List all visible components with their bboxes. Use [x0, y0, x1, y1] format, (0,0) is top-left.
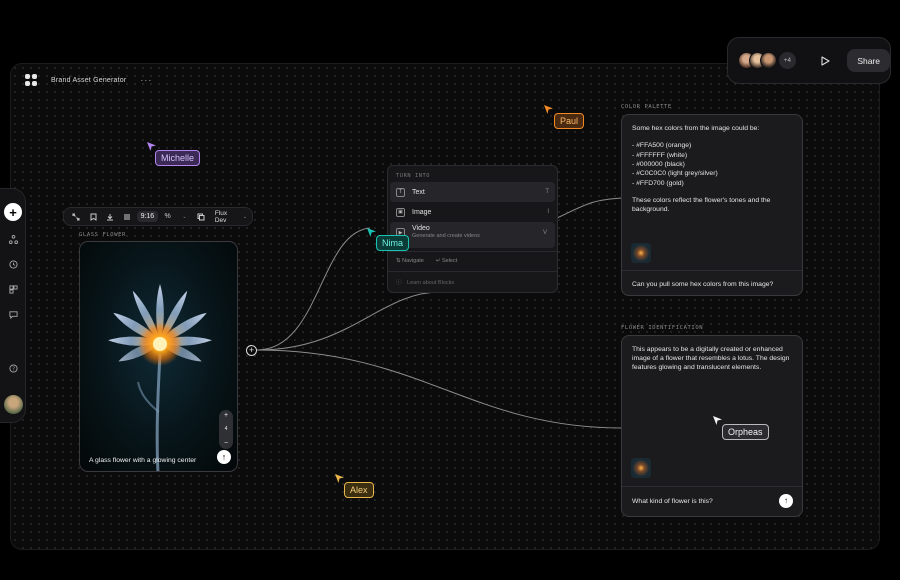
chat-input[interactable]: What kind of flower is this? [632, 497, 713, 506]
assets-icon[interactable] [6, 282, 20, 296]
list-item: - #FFD700 (gold) [632, 179, 684, 187]
cursor-arrow-icon [713, 416, 722, 425]
submit-arrow-button[interactable]: ↑ [217, 450, 231, 464]
connector-handle[interactable]: + [246, 345, 257, 356]
shortcut-key: I [547, 209, 549, 215]
cursor-name-tag: Nima [376, 235, 410, 251]
percent-selector[interactable]: % [160, 209, 175, 224]
history-icon[interactable] [6, 257, 20, 271]
divider [622, 270, 802, 271]
select-hint: ↵ Select [435, 258, 458, 264]
cursor-michelle: Michelle [146, 139, 201, 166]
bookmark-icon[interactable] [86, 209, 101, 224]
chat-node-color-palette[interactable]: Some hex colors from the image could be:… [621, 114, 803, 296]
menu-item-video[interactable]: ▶ Video Generate and create videos V [390, 222, 555, 248]
learn-link-label: Learn about Blocks [407, 280, 455, 286]
collaborator-avatars[interactable] [738, 52, 777, 69]
menu-item-description: Generate and create videos [412, 233, 480, 239]
response-intro: Some hex colors from the image could be: [632, 125, 760, 132]
zoom-level: 4 [224, 426, 228, 432]
hex-color-list: - #FFA500 (orange) - #FFFFFF (white) - #… [632, 141, 792, 188]
nodes-icon[interactable] [6, 232, 20, 246]
image-thumbnail[interactable] [631, 243, 651, 263]
cursor-arrow-icon [335, 474, 344, 483]
cursor-name-tag: Alex [344, 482, 374, 498]
collaboration-bar: +4 Share [727, 37, 891, 84]
image-icon: ▣ [396, 207, 405, 217]
expand-icon[interactable] [69, 209, 84, 224]
app-logo-icon[interactable] [25, 74, 37, 86]
help-icon[interactable]: ? [6, 361, 20, 375]
shortcut-key: T [545, 189, 549, 195]
list-item: - #C0C0C0 (light grey/silver) [632, 170, 718, 178]
duplicate-icon[interactable] [194, 209, 209, 224]
extra-collaborators-count[interactable]: +4 [779, 52, 796, 69]
app-header: Brand Asset Generator ··· [25, 74, 152, 86]
menu-item-image[interactable]: ▣ Image I [390, 202, 555, 222]
cursor-name-tag: Orpheas [722, 424, 769, 440]
aspect-ratio-selector[interactable]: 9:16 [136, 211, 159, 222]
share-button[interactable]: Share [847, 49, 890, 72]
avatar[interactable] [760, 52, 777, 69]
play-icon[interactable] [816, 51, 836, 71]
menu-item-label: Text [412, 188, 425, 196]
menu-item-label: Image [412, 208, 432, 216]
cursor-arrow-icon [367, 228, 376, 237]
image-thumbnail[interactable] [631, 458, 651, 478]
assistant-response: This appears to be a digitally created o… [632, 346, 790, 372]
send-button[interactable]: ↑ [779, 494, 793, 508]
zoom-out-button[interactable]: − [224, 440, 228, 447]
response-outro: These colors reflect the flower's tones … [632, 197, 771, 214]
cursor-paul: Paul [543, 102, 585, 129]
node-label: GLASS FLOWER [79, 232, 126, 238]
adjust-icon[interactable] [120, 209, 135, 224]
text-icon: T [396, 187, 405, 197]
info-icon: ⓘ [396, 280, 402, 286]
learn-blocks-link[interactable]: ⓘ Learn about Blocks [388, 271, 557, 292]
zoom-control[interactable]: + 4 − [219, 410, 233, 449]
list-item: - #FFFFFF (white) [632, 151, 688, 159]
document-title[interactable]: Brand Asset Generator [51, 77, 126, 84]
menu-footer: ⇅ Navigate ↵ Select [388, 251, 557, 264]
menu-item-text[interactable]: T Text T [390, 182, 555, 202]
user-avatar[interactable] [3, 395, 23, 414]
add-button[interactable]: + [4, 203, 22, 221]
image-node-glass-flower[interactable]: + 4 − A glass flower with a glowing cent… [79, 241, 238, 472]
cursor-alex: Alex [334, 471, 374, 498]
cursor-nima: Nima [366, 225, 410, 251]
comment-icon[interactable] [6, 307, 20, 321]
user-question: Can you pull some hex colors from this i… [632, 281, 774, 288]
divider [622, 486, 802, 487]
svg-text:?: ? [12, 366, 15, 372]
list-item: - #FFA500 (orange) [632, 142, 692, 150]
image-caption: A glass flower with a glowing center [89, 457, 197, 464]
cursor-name-tag: Paul [554, 113, 585, 129]
node-label: COLOR PALETTE [621, 104, 672, 110]
chevron-down-icon[interactable]: ⌄ [177, 209, 192, 224]
turn-into-menu: TURN INTO T Text T ▣ Image I ▶ Video Gen… [387, 165, 558, 293]
flower-image [108, 284, 212, 471]
image-toolbar: 9:16 % ⌄ Flux Dev ⌄ [63, 207, 253, 226]
menu-heading: TURN INTO [396, 173, 431, 179]
chevron-down-icon[interactable]: ⌄ [243, 214, 247, 220]
zoom-in-button[interactable]: + [224, 412, 228, 419]
model-selector[interactable]: Flux Dev [215, 210, 239, 224]
download-icon[interactable] [103, 209, 118, 224]
menu-item-label: Video [412, 225, 430, 232]
cursor-name-tag: Michelle [155, 150, 201, 166]
list-item: - #000000 (black) [632, 160, 685, 168]
more-menu-icon[interactable]: ··· [140, 75, 152, 85]
node-label: FLOWER IDENTIFICATION [621, 325, 704, 331]
cursor-orpheas: Orpheas [712, 413, 769, 440]
navigate-hint: ⇅ Navigate [396, 258, 424, 264]
left-toolbar: + ? [0, 188, 26, 423]
shortcut-key: V [542, 230, 547, 236]
cursor-arrow-icon [544, 105, 553, 114]
assistant-response: Some hex colors from the image could be:… [622, 115, 802, 215]
